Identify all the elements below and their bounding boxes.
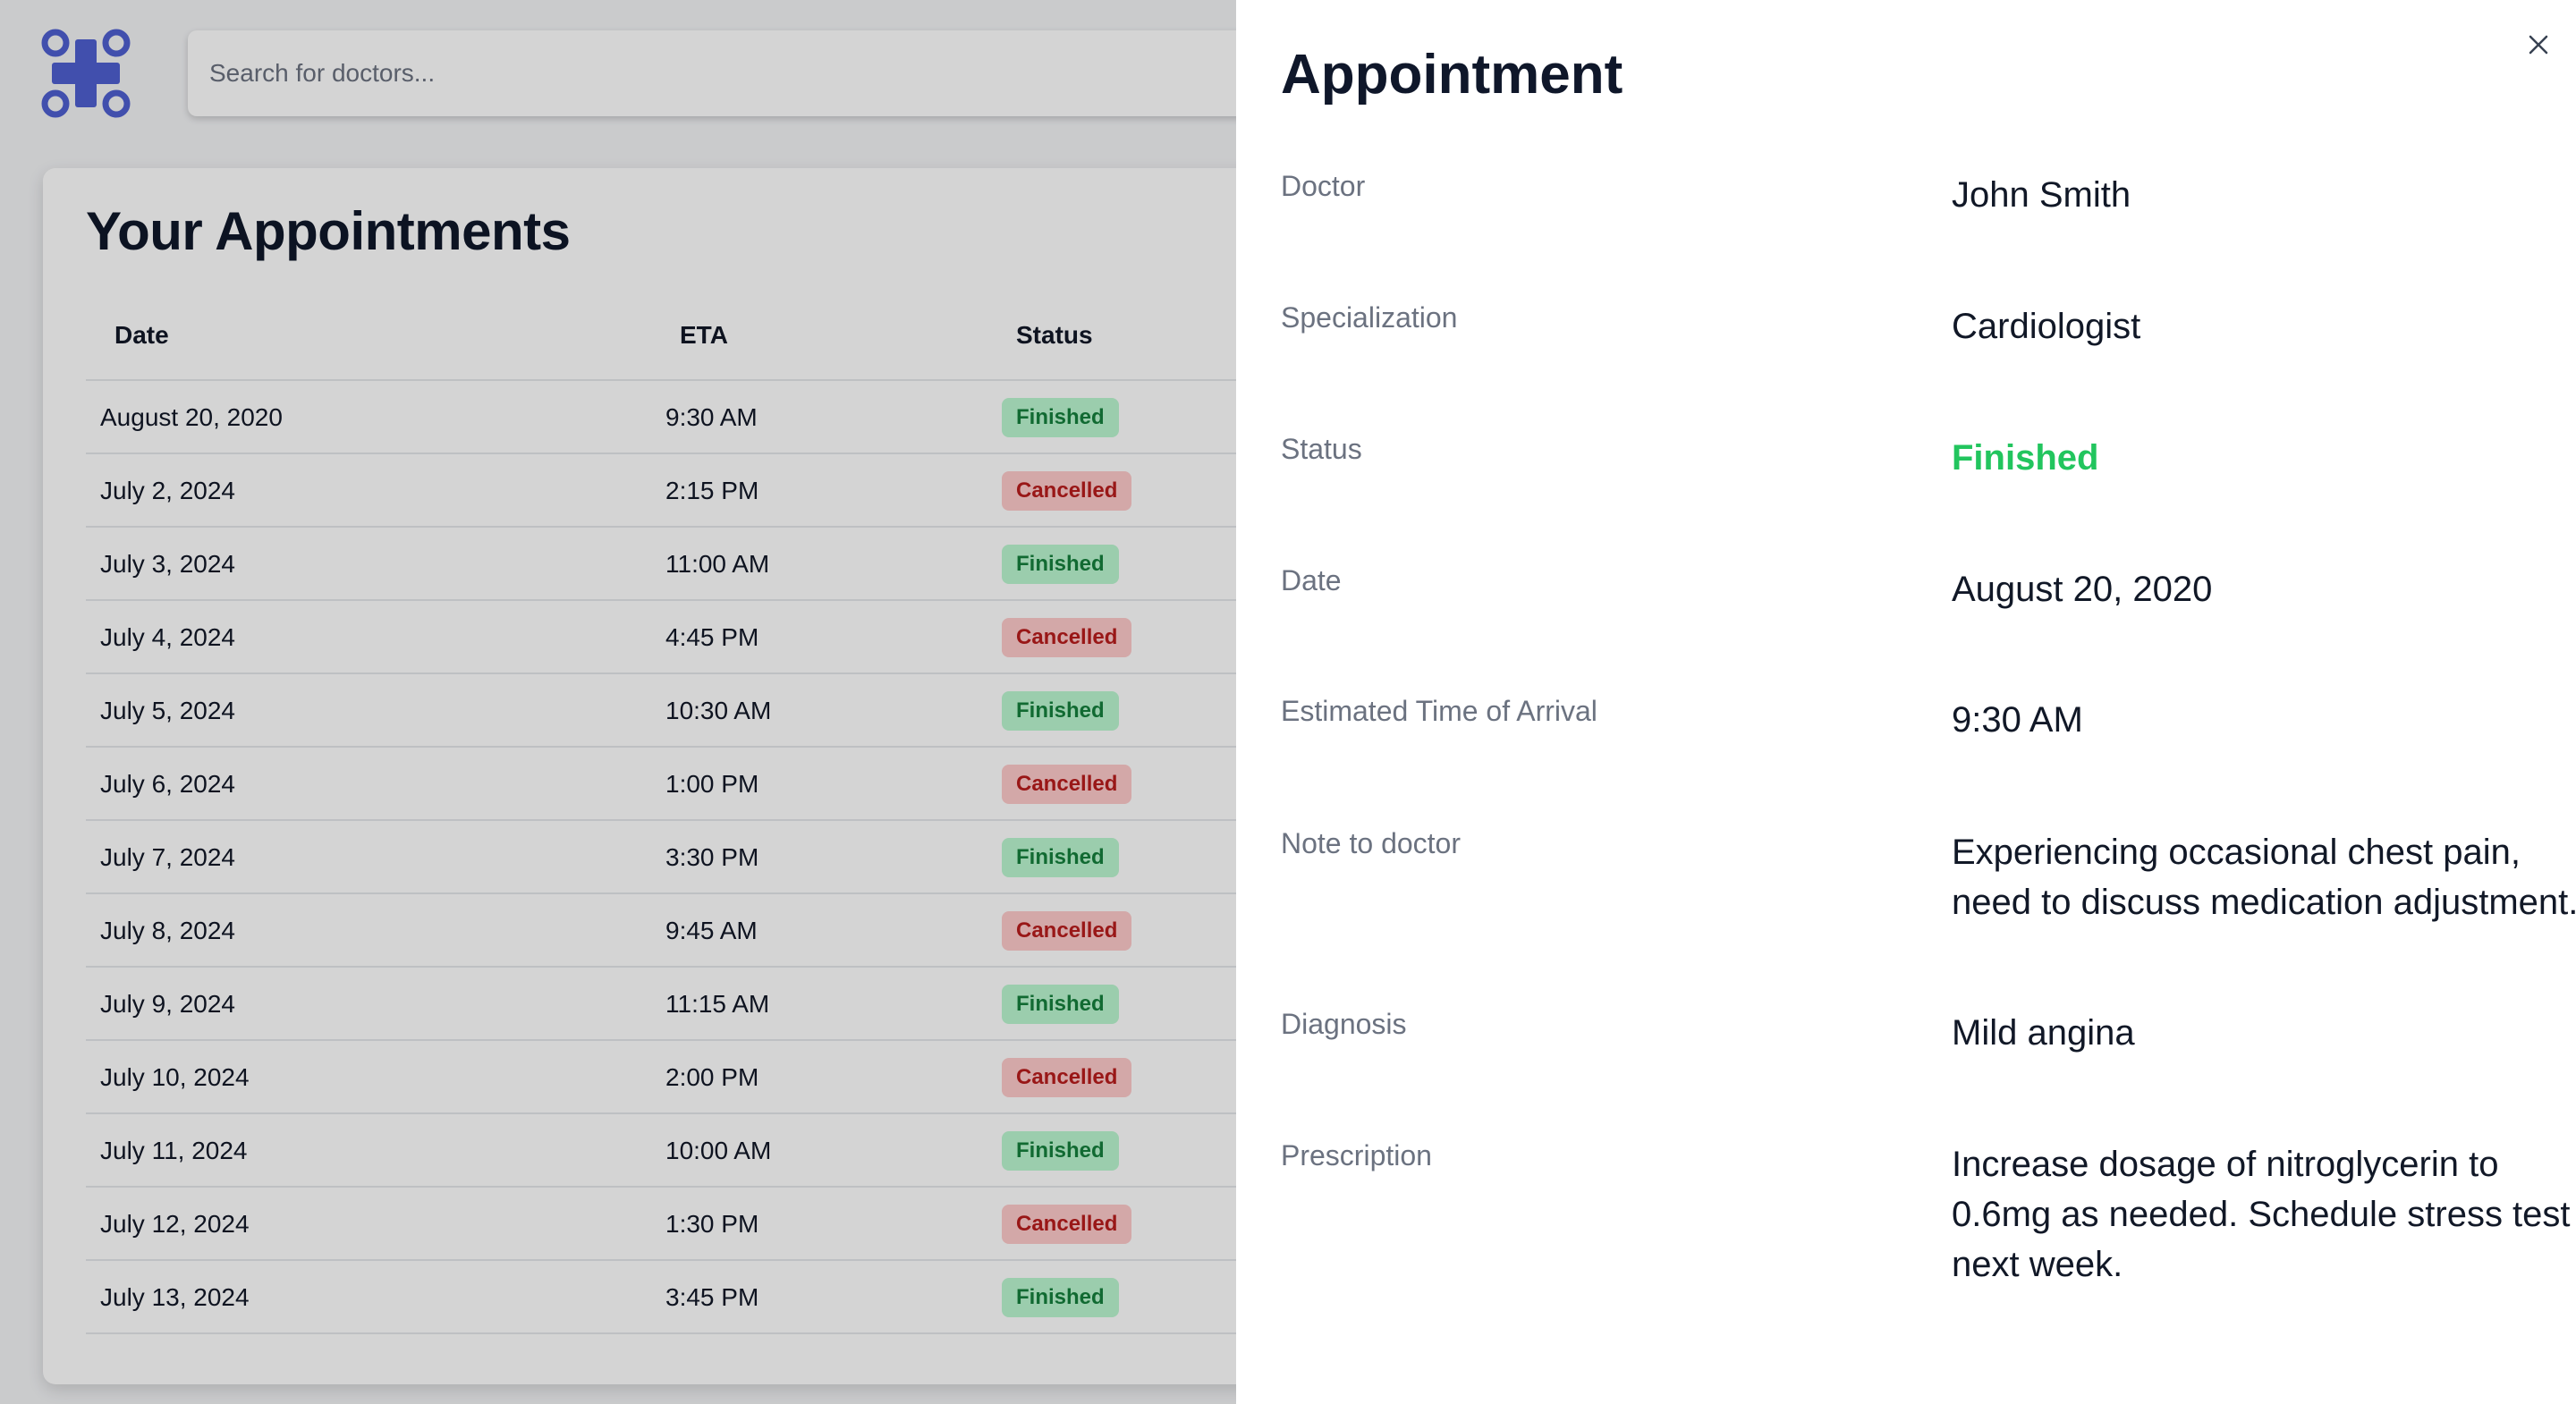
specialization-label: Specialization <box>1281 301 1458 334</box>
diagnosis-label: Diagnosis <box>1281 1008 1407 1040</box>
prescription-label: Prescription <box>1281 1139 1432 1171</box>
status-value: Finished <box>1952 438 2099 478</box>
doctor-label: Doctor <box>1281 170 1366 202</box>
date-value: August 20, 2020 <box>1952 570 2213 609</box>
date-label: Date <box>1281 564 1342 596</box>
status-label: Status <box>1281 433 1362 465</box>
eta-label: Estimated Time of Arrival <box>1281 695 1597 727</box>
prescription-value: Increase dosage of nitroglycerin to 0.6m… <box>1952 1145 2571 1284</box>
app-page: Your Appointments Date ETA Status August… <box>0 0 2576 1404</box>
note-label: Note to doctor <box>1281 827 1461 859</box>
close-button[interactable] <box>2521 27 2556 63</box>
diagnosis-value: Mild angina <box>1952 1013 2135 1053</box>
appointment-drawer: Appointment Doctor John Smith Specializa… <box>1236 0 2576 1404</box>
close-icon <box>2529 35 2548 55</box>
eta-value: 9:30 AM <box>1952 700 2083 740</box>
doctor-value: John Smith <box>1952 175 2131 215</box>
drawer-title: Appointment <box>1281 44 1623 106</box>
note-value: Experiencing occasional chest pain, need… <box>1952 833 2576 922</box>
specialization-value: Cardiologist <box>1952 307 2141 346</box>
